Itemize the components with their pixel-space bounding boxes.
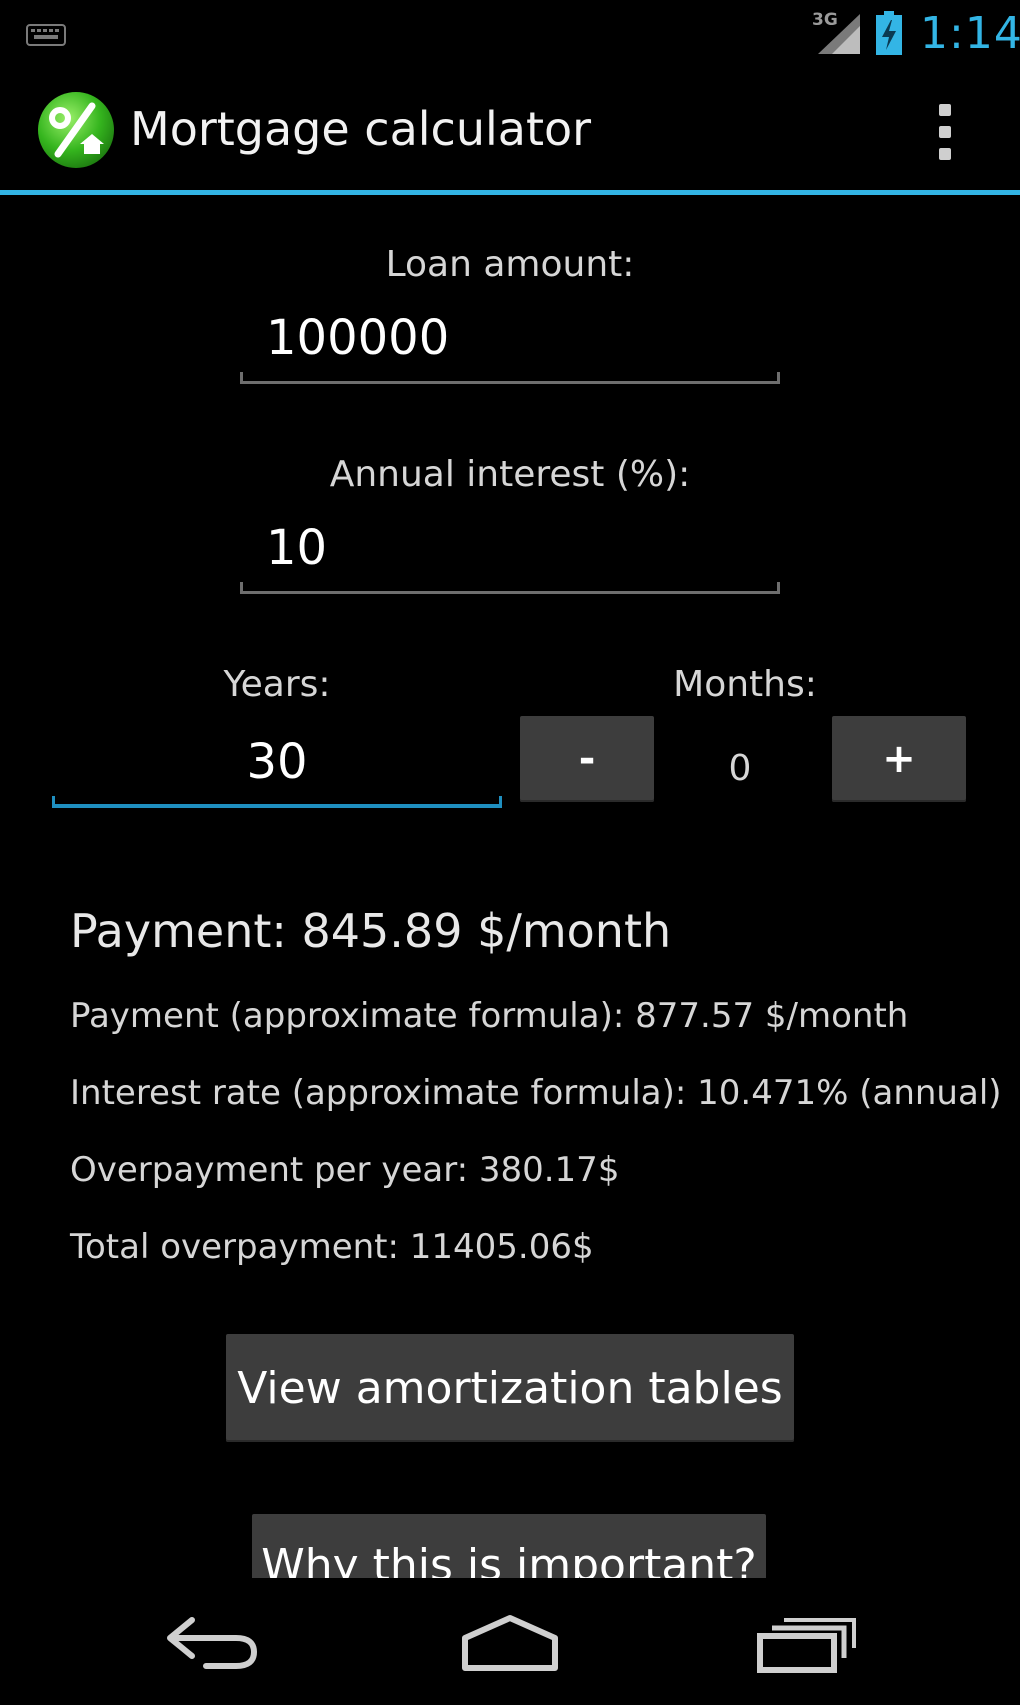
annual-interest-label: Annual interest (%): xyxy=(329,454,691,495)
why-important-button[interactable]: Why this is important? xyxy=(252,1514,766,1578)
scroll-clip: Why this is important? xyxy=(0,1470,1020,1578)
recent-apps-icon[interactable] xyxy=(752,1608,862,1678)
status-clock: 1:14 xyxy=(920,8,1020,59)
input-underline-tick xyxy=(499,796,502,808)
input-underline-tick xyxy=(777,582,780,594)
loan-amount-label: Loan amount: xyxy=(385,244,635,285)
navigation-bar xyxy=(0,1578,1020,1705)
app-title: Mortgage calculator xyxy=(130,102,592,156)
payment-result: Payment: 845.89 $/month xyxy=(70,904,672,958)
input-underline-tick xyxy=(240,372,243,384)
menu-dot xyxy=(939,148,951,160)
months-increment-button[interactable]: + xyxy=(832,716,966,802)
input-underline-tick xyxy=(777,372,780,384)
input-underline-tick xyxy=(240,582,243,594)
payment-approx-result: Payment (approximate formula): 877.57 $/… xyxy=(70,996,909,1036)
overflow-menu-icon[interactable] xyxy=(930,104,960,160)
years-value: 30 xyxy=(246,734,308,790)
action-bar-divider xyxy=(0,190,1020,195)
input-underline xyxy=(240,591,780,594)
annual-interest-input[interactable]: 10 xyxy=(240,510,780,594)
menu-dot xyxy=(939,126,951,138)
status-bar xyxy=(0,0,1020,68)
input-underline-tick xyxy=(52,796,55,808)
input-underline xyxy=(52,804,502,808)
total-overpayment-result: Total overpayment: 11405.06$ xyxy=(70,1227,594,1267)
keyboard-icon xyxy=(26,24,66,46)
home-icon[interactable] xyxy=(455,1608,565,1678)
back-icon[interactable] xyxy=(158,1608,268,1678)
interest-rate-approx-result: Interest rate (approximate formula): 10.… xyxy=(70,1073,1002,1113)
view-amortization-tables-button[interactable]: View amortization tables xyxy=(226,1334,794,1442)
annual-interest-value: 10 xyxy=(266,520,328,576)
network-type-label: 3G xyxy=(812,10,838,30)
years-label: Years: xyxy=(223,664,331,705)
battery-charging-icon xyxy=(876,11,902,55)
percent-house-icon[interactable] xyxy=(36,90,116,170)
overpayment-per-year-result: Overpayment per year: 380.17$ xyxy=(70,1150,620,1190)
years-input[interactable]: 30 xyxy=(52,720,502,808)
months-decrement-button[interactable]: - xyxy=(520,716,654,802)
loan-amount-value: 100000 xyxy=(266,310,450,366)
months-value: 0 xyxy=(728,748,752,789)
months-label: Months: xyxy=(673,664,817,705)
menu-dot xyxy=(939,104,951,116)
loan-amount-input[interactable]: 100000 xyxy=(240,300,780,384)
input-underline xyxy=(240,381,780,384)
